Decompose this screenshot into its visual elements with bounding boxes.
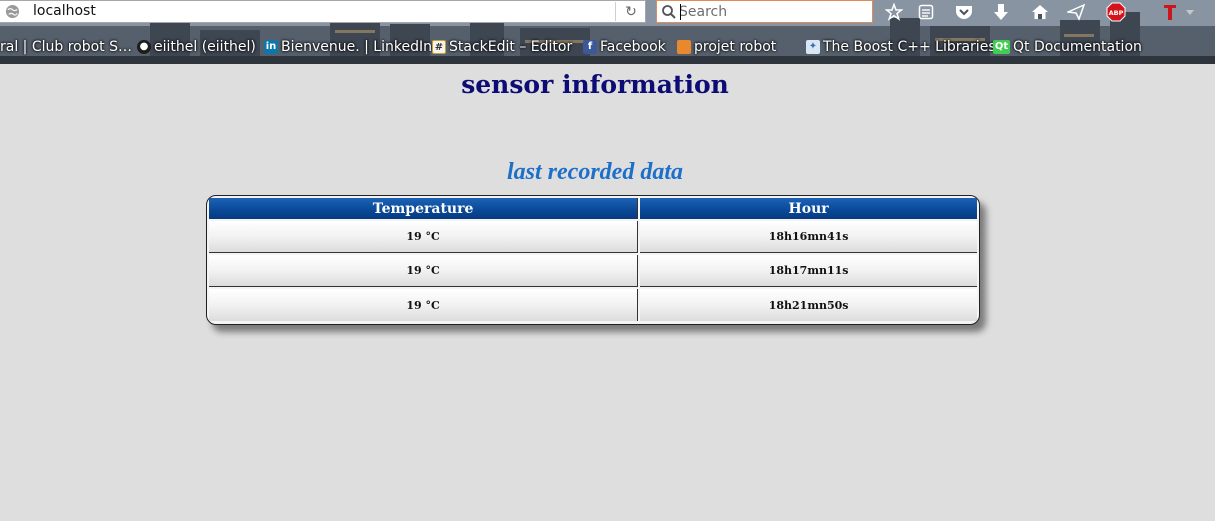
adblock-label: ABP [1109, 9, 1124, 17]
table-header-row: Temperature Hour [209, 198, 977, 219]
home-icon[interactable] [1028, 1, 1052, 23]
table-row: 19 °C 18h21mn50s [209, 289, 977, 321]
bookmark-stackedit[interactable]: # StackEdit – Editor [432, 37, 572, 57]
hour-cell: 18h17mn11s [640, 255, 977, 287]
text-caret [680, 4, 681, 20]
chevron-down-icon[interactable] [1180, 1, 1200, 23]
bookmark-label: ral | Club robot S… [0, 39, 133, 55]
bookmark-club-robot[interactable]: ral | Club robot S… [0, 37, 132, 57]
globe-icon [5, 4, 20, 19]
github-icon: ● [137, 40, 151, 54]
search-bar[interactable] [656, 0, 873, 23]
bookmark-qt[interactable]: Qt Qt Documentation [993, 37, 1142, 57]
temperature-cell: 19 °C [209, 289, 639, 321]
page-title: sensor information [461, 70, 729, 99]
bookmark-facebook[interactable]: f Facebook [583, 37, 666, 57]
temperature-cell: 19 °C [209, 255, 639, 287]
navigation-toolbar: localhost ↻ Search ABP [0, 0, 1215, 23]
url-bar[interactable]: localhost ↻ [0, 0, 646, 23]
boost-icon: ✦ [806, 40, 820, 54]
search-input[interactable] [679, 3, 869, 21]
stackedit-icon: # [432, 40, 446, 54]
pocket-icon[interactable] [952, 1, 976, 23]
bookmark-linkedin[interactable]: in Bienvenue. | LinkedIn [264, 37, 432, 57]
temperature-cell: 19 °C [209, 221, 639, 253]
star-icon[interactable] [882, 1, 906, 23]
bookmark-label: projet robot [694, 39, 777, 55]
bookmark-label: Facebook [600, 39, 666, 55]
bookmarks-toolbar: ral | Club robot S… ● eiithel (eiithel) … [0, 37, 1215, 57]
download-icon[interactable] [989, 1, 1013, 23]
bookmark-label: Bienvenue. | LinkedIn [281, 39, 432, 55]
url-text[interactable]: localhost [33, 3, 96, 19]
bookmark-label: Qt Documentation [1013, 39, 1142, 55]
browser-chrome: localhost ↻ Search ABP ral | Club robot … [0, 0, 1215, 64]
sensor-data-table: Temperature Hour 19 °C 18h16mn41s 19 °C … [206, 195, 980, 325]
url-divider [615, 2, 616, 21]
hour-cell: 18h21mn50s [640, 289, 977, 321]
folder-icon [677, 40, 691, 54]
translate-icon[interactable] [1158, 1, 1182, 23]
hour-cell: 18h16mn41s [640, 221, 977, 253]
reading-list-icon[interactable] [914, 1, 938, 23]
column-header-hour: Hour [640, 198, 977, 219]
send-icon[interactable] [1064, 1, 1088, 23]
search-icon[interactable] [661, 4, 677, 20]
table-row: 19 °C 18h16mn41s [209, 221, 977, 253]
bookmark-label: The Boost C++ Libraries [823, 39, 996, 55]
reload-icon[interactable]: ↻ [621, 3, 641, 21]
bookmark-label: eiithel (eiithel) [154, 39, 256, 55]
linkedin-icon: in [264, 40, 278, 54]
qt-icon: Qt [993, 40, 1010, 54]
bookmark-projet-robot[interactable]: projet robot [677, 37, 776, 57]
bookmark-github[interactable]: ● eiithel (eiithel) [137, 37, 256, 57]
data-table: Temperature Hour 19 °C 18h16mn41s 19 °C … [207, 196, 979, 323]
adblock-icon[interactable]: ABP [1104, 1, 1128, 23]
column-header-temperature: Temperature [209, 198, 639, 219]
section-subtitle: last recorded data [507, 159, 683, 185]
facebook-icon: f [583, 40, 597, 54]
bookmark-label: StackEdit – Editor [449, 39, 573, 55]
bookmark-boost[interactable]: ✦ The Boost C++ Libraries [806, 37, 996, 57]
table-row: 19 °C 18h17mn11s [209, 255, 977, 287]
